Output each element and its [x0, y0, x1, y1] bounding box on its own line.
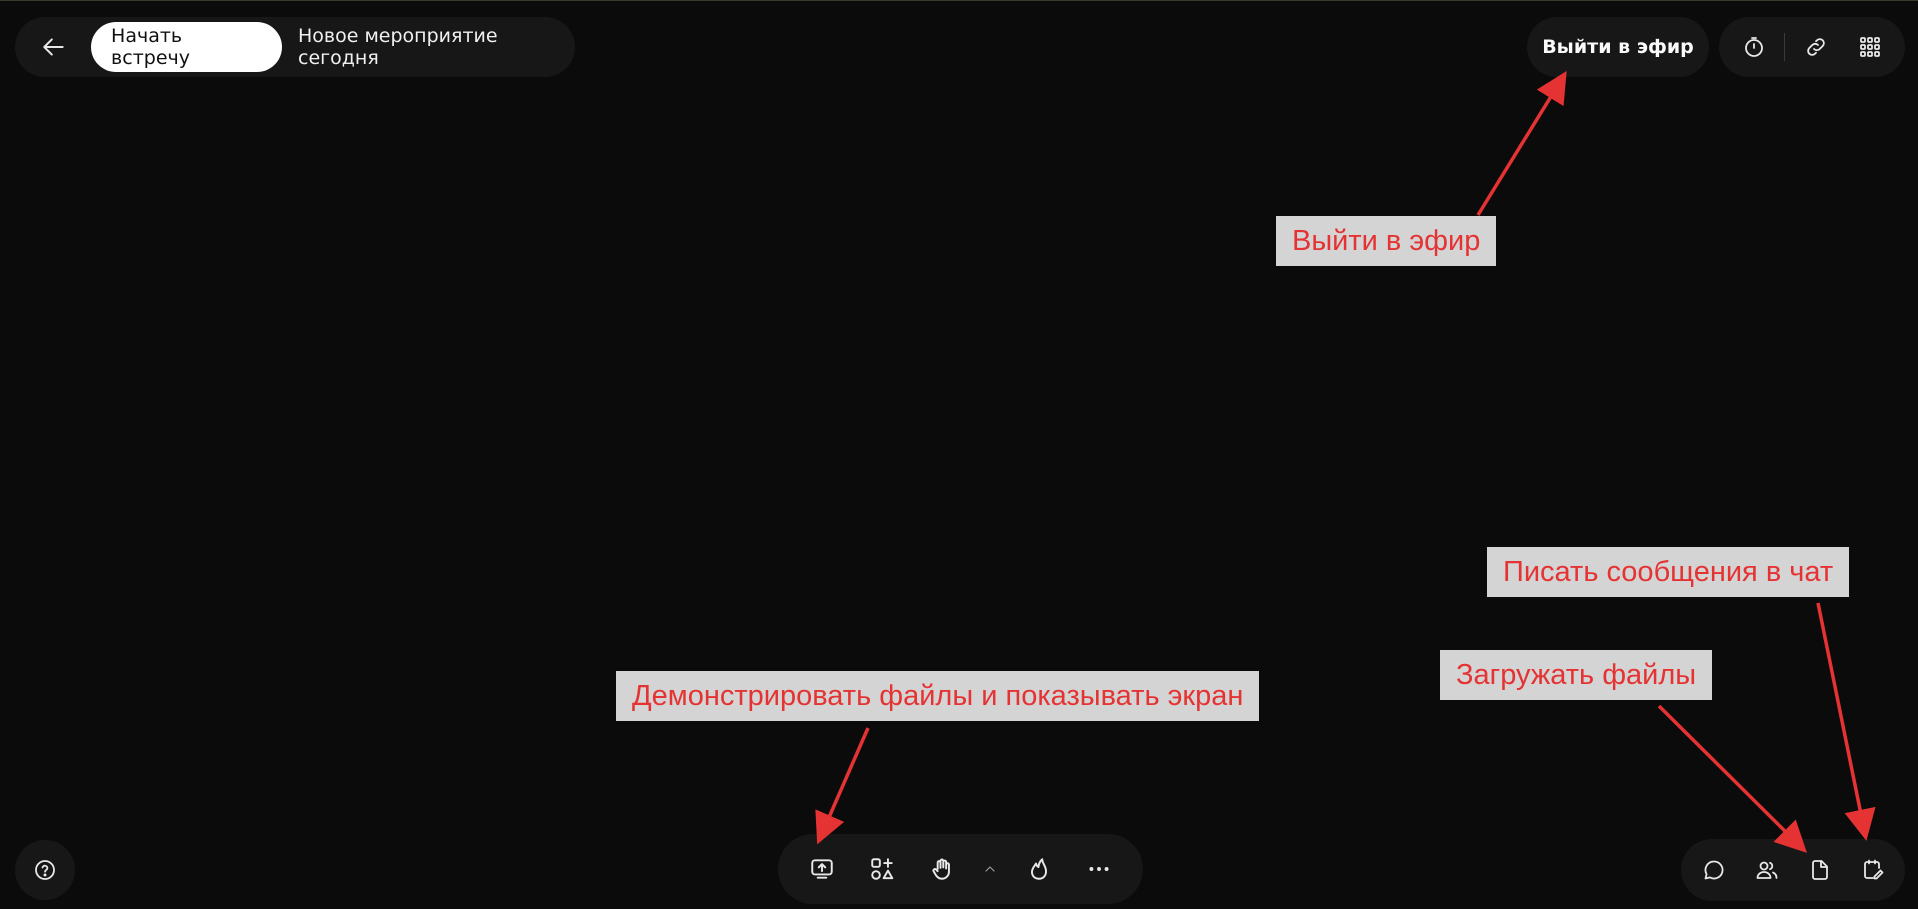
chevron-up-icon	[985, 866, 995, 872]
timer-button[interactable]	[1730, 23, 1778, 71]
add-apps-button[interactable]	[860, 847, 904, 891]
more-button[interactable]	[1077, 847, 1121, 891]
raise-hand-icon	[932, 858, 950, 880]
annotation-chat: Писать сообщения в чат	[1487, 547, 1850, 597]
add-apps-icon	[871, 858, 894, 880]
more-dots-icon	[1089, 867, 1109, 871]
arrow-screen-share	[815, 727, 870, 845]
screen-share-button[interactable]	[800, 847, 844, 891]
help-button[interactable]	[15, 840, 75, 900]
link-icon	[1806, 38, 1825, 56]
go-live-button[interactable]: Выйти в эфир	[1527, 17, 1709, 77]
annotation-screen-share: Демонстрировать файлы и показывать экран	[616, 671, 1260, 721]
arrow-left-icon	[43, 38, 64, 56]
question-circle-icon	[35, 860, 55, 880]
annotation-upload-files: Загружать файлы	[1440, 650, 1713, 700]
files-button[interactable]	[1798, 848, 1842, 892]
raise-hand-button[interactable]	[920, 847, 964, 891]
back-button[interactable]	[25, 17, 83, 77]
chat-button[interactable]	[1692, 848, 1736, 892]
file-icon	[1811, 860, 1828, 880]
event-title: Новое мероприятие сегодня	[298, 25, 498, 69]
notes-button[interactable]	[1851, 848, 1895, 892]
apps-button[interactable]	[1846, 23, 1894, 71]
divider	[1784, 33, 1786, 61]
timer-icon	[1745, 37, 1764, 57]
reaction-flame-icon	[1031, 858, 1048, 880]
participants-icon	[1756, 861, 1777, 879]
meeting-screen: Начать встречу Новое мероприятие сегодня…	[0, 0, 1918, 909]
reactions-button[interactable]	[1017, 847, 1061, 891]
screen-share-icon	[811, 859, 833, 879]
participants-button[interactable]	[1745, 848, 1789, 892]
arrow-chat	[1816, 602, 1876, 841]
annotation-go-live: Выйти в эфир	[1276, 216, 1497, 266]
annotation-arrows	[815, 71, 1876, 853]
chat-bubble-icon	[1704, 860, 1723, 880]
apps-grid-icon	[1859, 37, 1880, 57]
hand-options-button[interactable]	[979, 847, 1001, 891]
header-left-panel: Начать встречу Новое мероприятие сегодня	[15, 17, 575, 77]
arrow-upload-files	[1657, 704, 1807, 853]
arrow-go-live	[1476, 71, 1567, 216]
copy-link-button[interactable]	[1792, 23, 1840, 71]
header-tools	[1719, 17, 1905, 77]
start-meeting-button[interactable]: Начать встречу	[91, 22, 283, 72]
notes-edit-icon	[1863, 859, 1883, 880]
meeting-toolbar	[778, 834, 1143, 904]
side-panels-toolbar	[1681, 839, 1905, 901]
